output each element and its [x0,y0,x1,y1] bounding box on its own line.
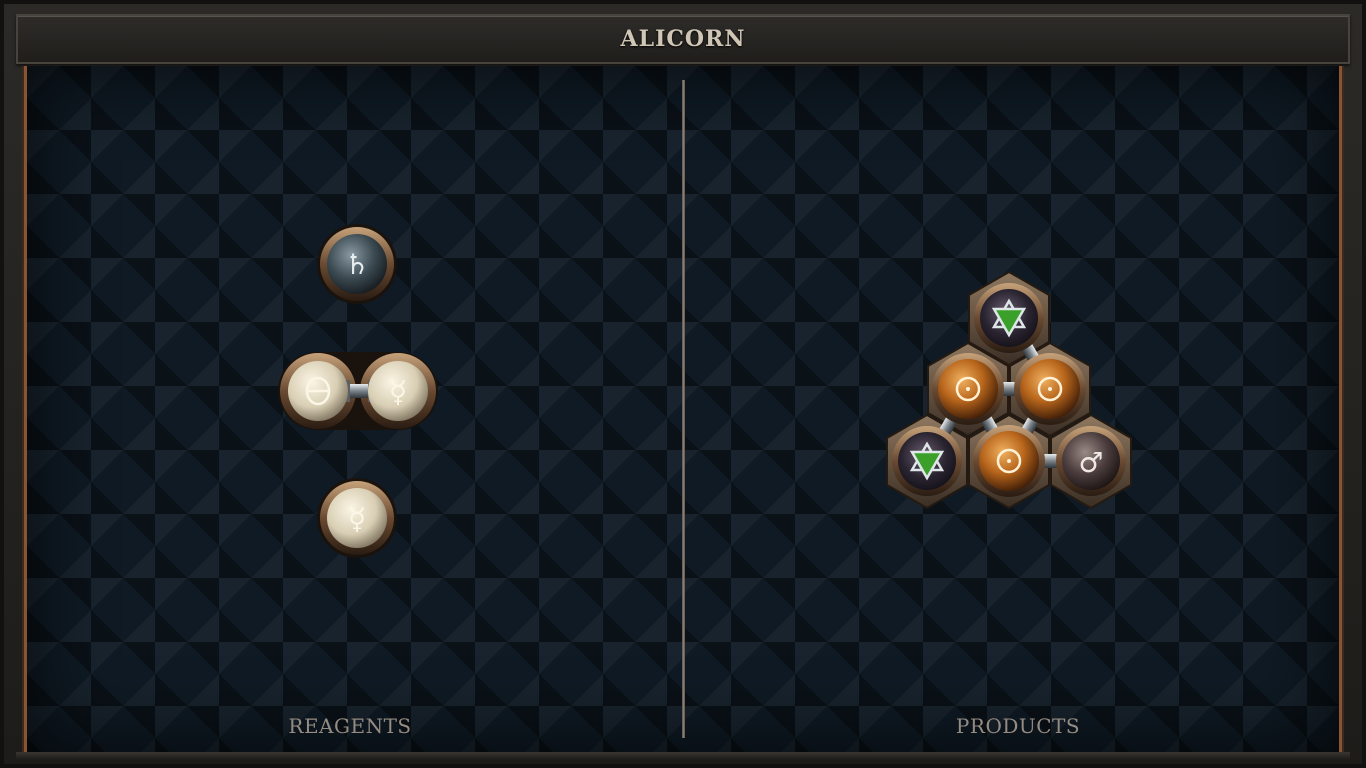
gold-atom-left [932,353,1004,425]
iron-atom: ♂ [1056,426,1126,496]
gold-atom-right [1014,353,1086,425]
svg-text:♂: ♂ [1078,446,1103,479]
reagent-lead[interactable]: ♄ [317,224,397,304]
vitae-atom-left [892,426,962,496]
quicksilver-symbol: ☿ [348,502,366,537]
reagent-salt-quicksilver[interactable]: ☿ [278,352,438,430]
quicksilver-symbol: ☿ [389,375,407,410]
alicorn-molecule[interactable]: ♂ [886,270,1132,510]
reagent-quicksilver[interactable]: ☿ [317,478,397,558]
vitae-atom-top [974,283,1044,353]
lead-symbol: ♄ [344,248,369,281]
bottom-frame [16,752,1350,760]
molecule-art: ♄ ☿ ☿ ♂ [278,224,1132,558]
gold-atom-bottom [973,425,1045,497]
products-label: PRODUCTS [955,714,1081,738]
reagents-label: REAGENTS [288,714,412,738]
